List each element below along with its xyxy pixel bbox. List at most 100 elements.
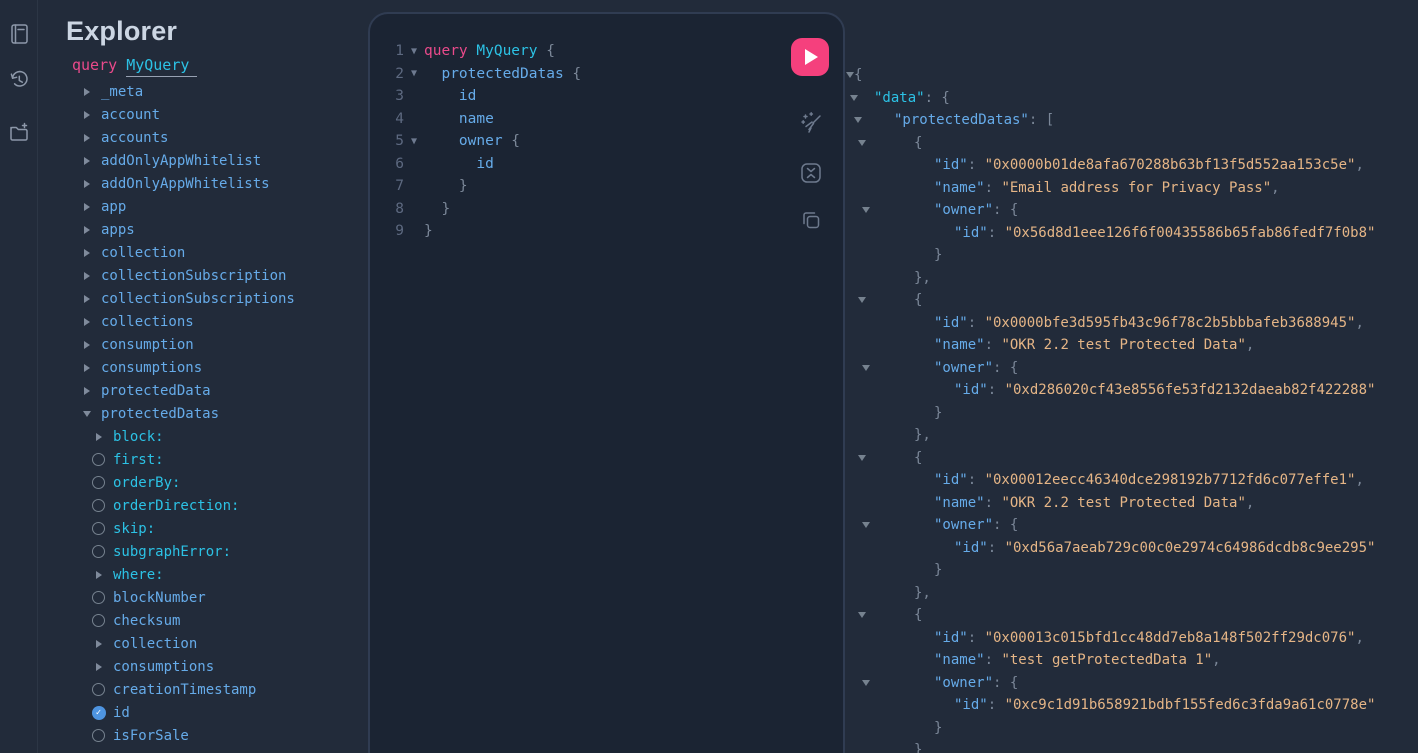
tree-item-app[interactable]: app xyxy=(38,195,368,218)
new-collection-button[interactable] xyxy=(8,121,30,143)
code-text: protectedDatas { xyxy=(424,66,581,82)
collapse-arrow-icon[interactable] xyxy=(858,140,866,146)
tree-item-orderdirection[interactable]: orderDirection: xyxy=(38,494,368,517)
expand-arrow-icon[interactable] xyxy=(78,203,95,211)
collapse-arrow-icon[interactable] xyxy=(854,117,862,123)
radio-icon[interactable] xyxy=(90,476,107,489)
json-line: "id": "0x0000b01de8afa670288b63bf13f5d55… xyxy=(845,154,1418,177)
prettify-button[interactable] xyxy=(798,111,824,137)
expand-arrow-icon[interactable] xyxy=(78,272,95,280)
tree-item-orderby[interactable]: orderBy: xyxy=(38,471,368,494)
merge-button[interactable] xyxy=(798,160,824,186)
json-line: "protectedDatas": [ xyxy=(845,109,1418,132)
tree-item-collectionsubscription[interactable]: collectionSubscription xyxy=(38,264,368,287)
expand-arrow-icon[interactable] xyxy=(78,157,95,165)
tree-item-blocknumber[interactable]: blockNumber xyxy=(38,586,368,609)
code-editor[interactable]: 1▼query MyQuery {2▼ protectedDatas {3 id… xyxy=(386,40,773,243)
magic-wand-icon xyxy=(798,122,824,141)
expand-arrow-icon[interactable] xyxy=(90,433,107,441)
json-line: "id": "0xd56a7aeab729c00c0e2974c64986dcd… xyxy=(845,537,1418,560)
tree-item-consumptions[interactable]: consumptions xyxy=(38,356,368,379)
tree-item-protecteddata[interactable]: protectedData xyxy=(38,379,368,402)
collapse-arrow-icon[interactable] xyxy=(862,365,870,371)
expand-arrow-icon[interactable] xyxy=(78,226,95,234)
tree-item-id[interactable]: ✓id xyxy=(38,701,368,724)
radio-icon[interactable] xyxy=(90,545,107,558)
code-line[interactable]: 3 id xyxy=(386,85,773,108)
collapse-arrow-icon[interactable] xyxy=(862,522,870,528)
expand-arrow-icon[interactable] xyxy=(78,318,95,326)
expand-arrow-icon[interactable] xyxy=(78,134,95,142)
fold-arrow-icon[interactable]: ▼ xyxy=(404,136,424,147)
tree-item-first[interactable]: first: xyxy=(38,448,368,471)
code-line[interactable]: 9} xyxy=(386,220,773,243)
expand-arrow-icon[interactable] xyxy=(90,571,107,579)
tree-item-accounts[interactable]: accounts xyxy=(38,126,368,149)
operation-name[interactable]: MyQuery xyxy=(126,56,197,77)
collapse-arrow-icon[interactable] xyxy=(846,72,854,78)
tree-item-checksum[interactable]: checksum xyxy=(38,609,368,632)
code-line[interactable]: 6 id xyxy=(386,153,773,176)
tree-item-collection[interactable]: collection xyxy=(38,632,368,655)
radio-icon[interactable] xyxy=(90,453,107,466)
collapse-arrow-icon[interactable] xyxy=(850,95,858,101)
collapse-arrow-icon[interactable] xyxy=(858,455,866,461)
expand-arrow-icon[interactable] xyxy=(90,663,107,671)
code-line[interactable]: 2▼ protectedDatas { xyxy=(386,63,773,86)
collapse-arrow-icon[interactable] xyxy=(862,207,870,213)
history-button[interactable] xyxy=(8,69,30,91)
code-line[interactable]: 8 } xyxy=(386,198,773,221)
execute-button[interactable] xyxy=(791,38,829,76)
tree-item-account[interactable]: account xyxy=(38,103,368,126)
tree-item-collectionsubscriptions[interactable]: collectionSubscriptions xyxy=(38,287,368,310)
fold-arrow-icon[interactable]: ▼ xyxy=(404,68,424,79)
collapse-arrow-icon[interactable] xyxy=(858,297,866,303)
tree-item-apps[interactable]: apps xyxy=(38,218,368,241)
docs-button[interactable] xyxy=(8,23,30,45)
tree-item-consumption[interactable]: consumption xyxy=(38,333,368,356)
tree-item-label: collection xyxy=(101,245,185,261)
tree-item-label: checksum xyxy=(113,613,180,629)
tree-item-protecteddatas[interactable]: protectedDatas xyxy=(38,402,368,425)
fold-arrow-icon[interactable]: ▼ xyxy=(404,46,424,57)
radio-icon[interactable] xyxy=(90,683,107,696)
collapse-arrow-icon[interactable] xyxy=(862,680,870,686)
tree-item-where[interactable]: where: xyxy=(38,563,368,586)
expand-arrow-icon[interactable] xyxy=(78,88,95,96)
expand-arrow-icon[interactable] xyxy=(90,640,107,648)
expand-arrow-icon[interactable] xyxy=(78,111,95,119)
tree-item-collections[interactable]: collections xyxy=(38,310,368,333)
expand-arrow-icon[interactable] xyxy=(78,180,95,188)
tree-item-label: app xyxy=(101,199,126,215)
tree-item-skip[interactable]: skip: xyxy=(38,517,368,540)
code-line[interactable]: 7 } xyxy=(386,175,773,198)
query-editor-card: 1▼query MyQuery {2▼ protectedDatas {3 id… xyxy=(368,12,845,753)
tree-item-creationtimestamp[interactable]: creationTimestamp xyxy=(38,678,368,701)
radio-icon[interactable] xyxy=(90,729,107,742)
tree-item-addonlyappwhitelists[interactable]: addOnlyAppWhitelists xyxy=(38,172,368,195)
code-line[interactable]: 1▼query MyQuery { xyxy=(386,40,773,63)
expand-arrow-icon[interactable] xyxy=(78,295,95,303)
tree-item-block[interactable]: block: xyxy=(38,425,368,448)
radio-icon[interactable] xyxy=(90,614,107,627)
code-line[interactable]: 4 name xyxy=(386,108,773,131)
radio-icon[interactable] xyxy=(90,591,107,604)
tree-item-consumptions[interactable]: consumptions xyxy=(38,655,368,678)
expand-arrow-icon[interactable] xyxy=(78,249,95,257)
radio-icon[interactable] xyxy=(90,522,107,535)
tree-item-subgrapherror[interactable]: subgraphError: xyxy=(38,540,368,563)
tree-item-isforsale[interactable]: isForSale xyxy=(38,724,368,747)
code-line[interactable]: 5▼ owner { xyxy=(386,130,773,153)
collapse-arrow-icon[interactable] xyxy=(78,411,95,417)
tree-item-label: blockNumber xyxy=(113,590,206,606)
expand-arrow-icon[interactable] xyxy=(78,341,95,349)
tree-item-collection[interactable]: collection xyxy=(38,241,368,264)
checked-radio-icon[interactable]: ✓ xyxy=(90,706,107,720)
collapse-arrow-icon[interactable] xyxy=(858,612,866,618)
tree-item-_meta[interactable]: _meta xyxy=(38,80,368,103)
radio-icon[interactable] xyxy=(90,499,107,512)
copy-button[interactable] xyxy=(798,207,824,233)
tree-item-addonlyappwhitelist[interactable]: addOnlyAppWhitelist xyxy=(38,149,368,172)
expand-arrow-icon[interactable] xyxy=(78,364,95,372)
expand-arrow-icon[interactable] xyxy=(78,387,95,395)
